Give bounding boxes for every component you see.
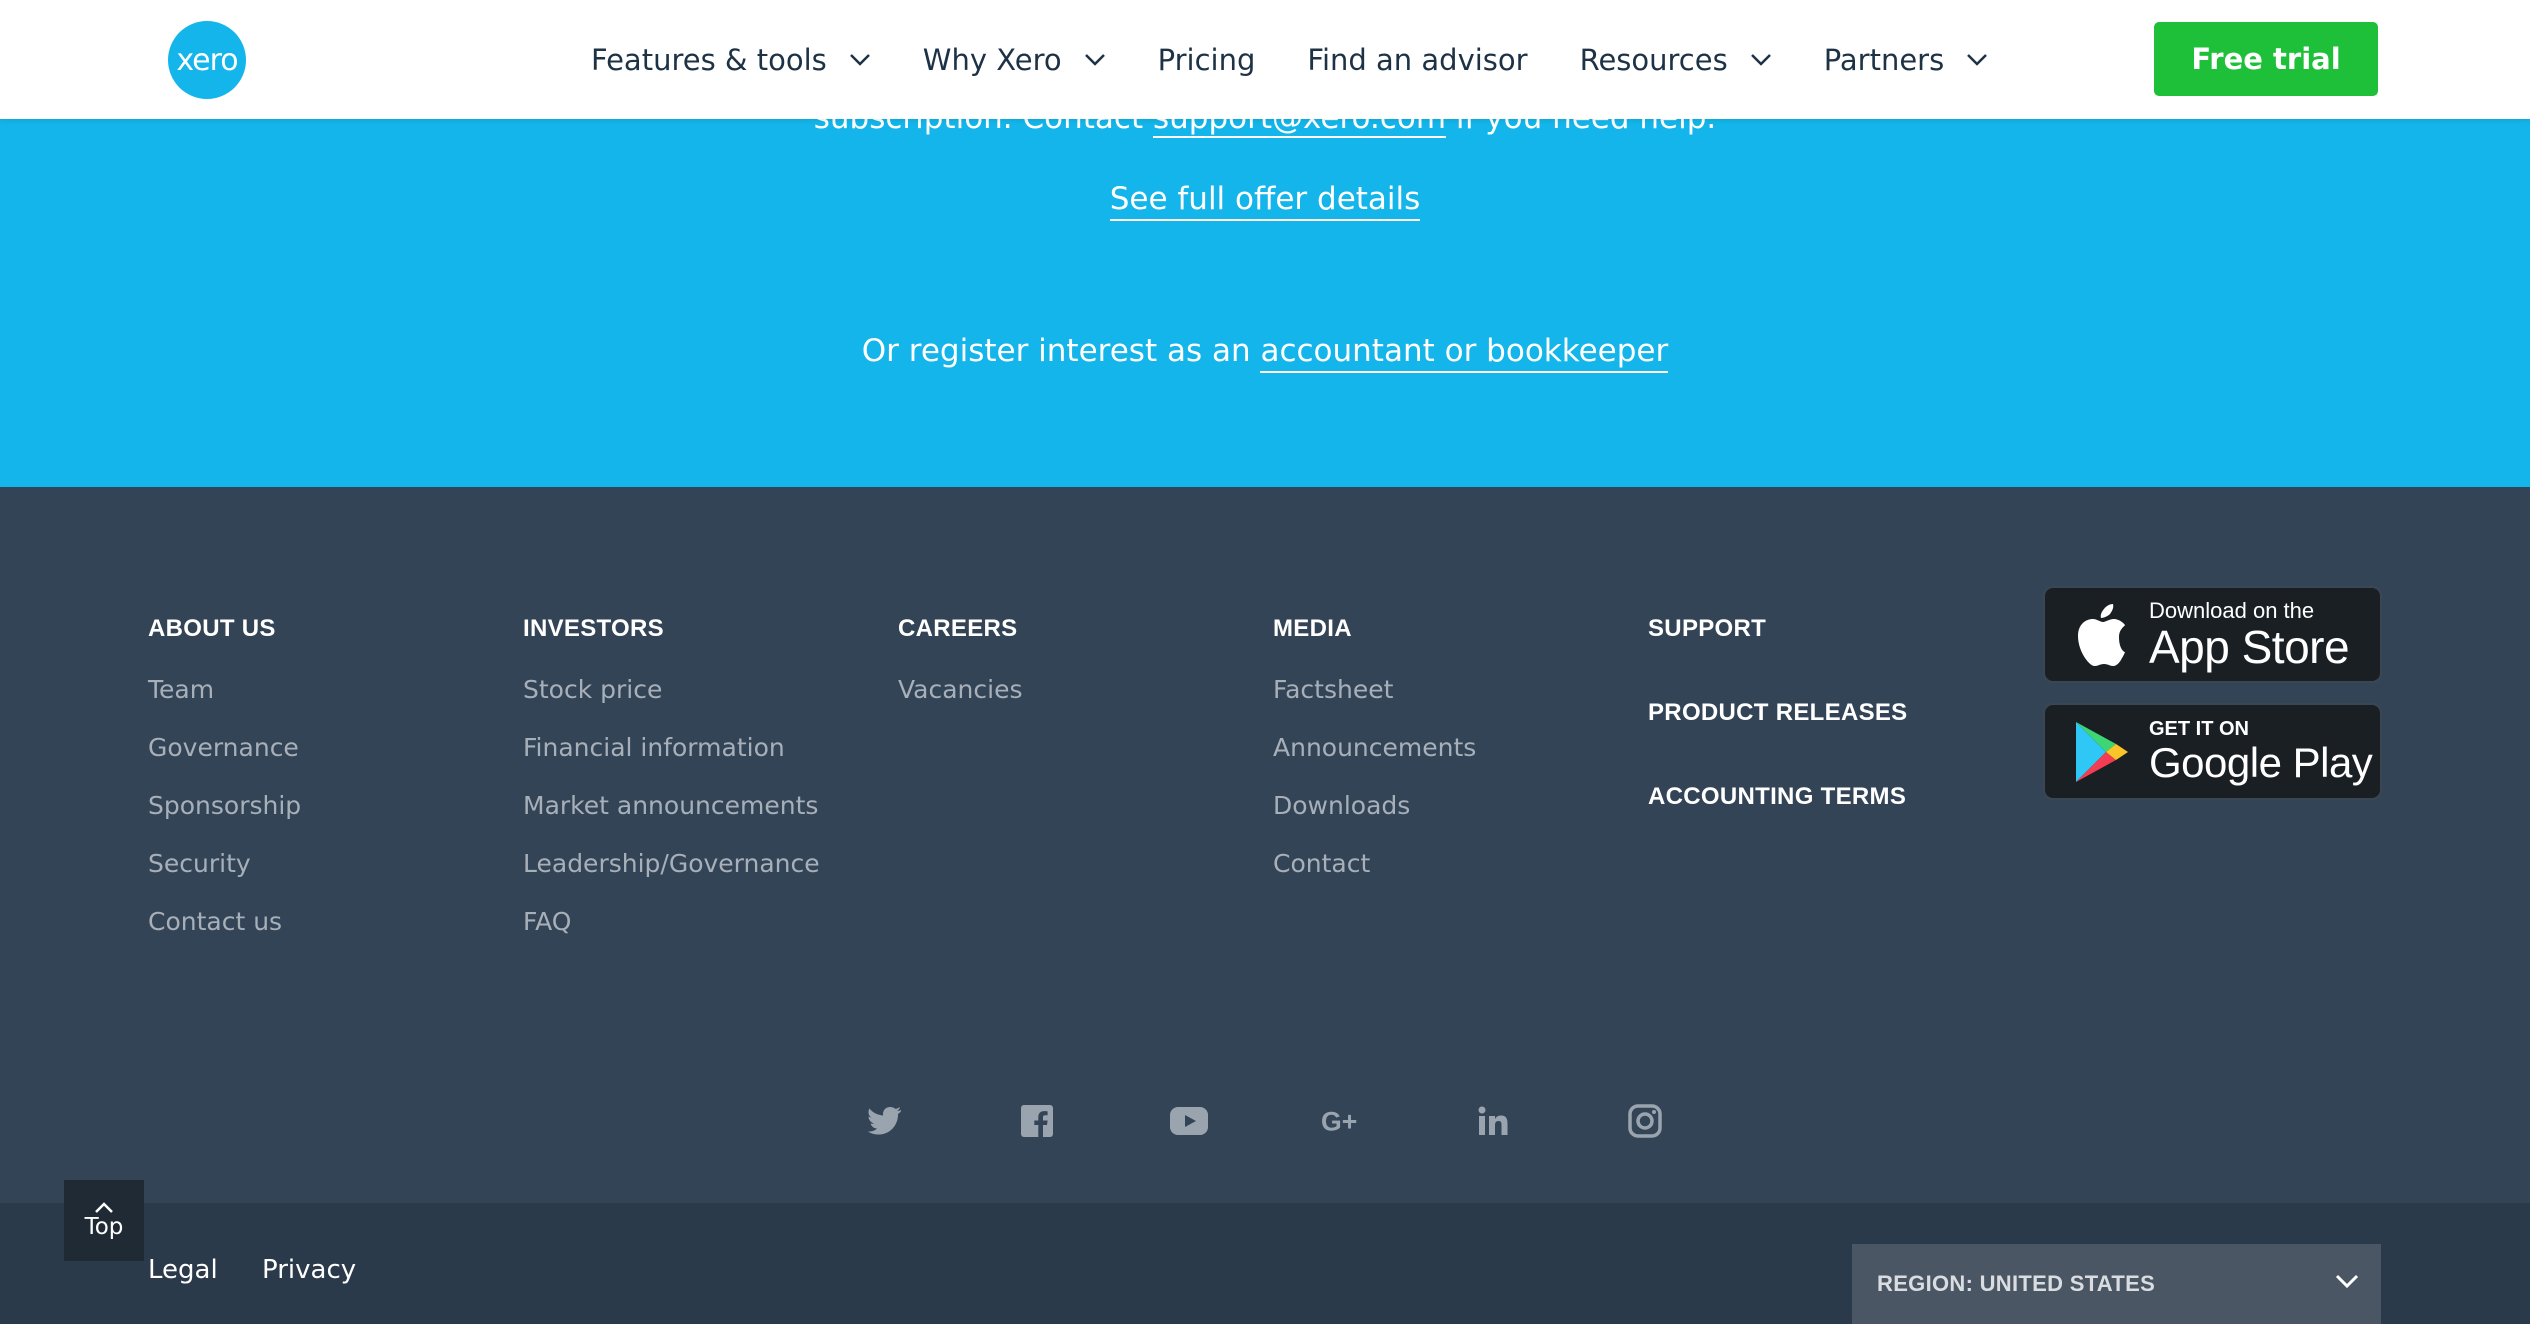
footer-heading-media[interactable]: MEDIA [1273,615,1476,643]
legal-link[interactable]: Legal [148,1255,218,1285]
footer-link-security[interactable]: Security [148,849,301,878]
nav-item-label: Why Xero [922,42,1062,77]
nav-resources[interactable]: Resources [1580,43,1772,77]
top-navigation: xero Features & tools Why Xero Pricing F… [0,0,2530,119]
footer-link-contact[interactable]: Contact [1273,849,1476,878]
chevron-down-icon [1750,53,1771,66]
region-label: REGION: UNITED STATES [1877,1271,2156,1296]
free-trial-button[interactable]: Free trial [2154,22,2378,96]
app-store-big-text: App Store [2149,620,2350,673]
facebook-icon[interactable] [1017,1101,1057,1141]
xero-logo[interactable]: xero [168,21,246,99]
offer-details-link[interactable]: See full offer details [1109,181,1421,221]
nav-item-label: Pricing [1157,42,1256,77]
nav-item-label: Features & tools [591,42,827,77]
footer-link-contact-us[interactable]: Contact us [148,907,301,936]
footer-link-governance[interactable]: Governance [148,733,301,762]
google-play-big-text: Google Play [2149,738,2373,786]
instagram-icon[interactable] [1625,1101,1665,1141]
footer-heading-product-releases[interactable]: PRODUCT RELEASES [1648,699,1908,727]
footer-link-leadership-governance[interactable]: Leadership/Governance [523,849,820,878]
back-to-top-button[interactable]: Top [64,1180,144,1261]
footer-link-announcements[interactable]: Announcements [1273,733,1476,762]
nav-partners[interactable]: Partners [1824,43,1989,77]
footer-col-media: MEDIA Factsheet Announcements Downloads … [1273,615,1476,907]
nav-item-label: Resources [1579,42,1728,77]
nav-pricing[interactable]: Pricing [1158,43,1256,77]
chevron-down-icon [1967,53,1988,66]
twitter-icon[interactable] [865,1101,905,1141]
offer-details-row: See full offer details [0,181,2530,221]
footer-link-vacancies[interactable]: Vacancies [898,675,1023,704]
google-plus-icon[interactable]: G+ [1321,1101,1361,1141]
region-selector[interactable]: REGION: UNITED STATES [1852,1244,2381,1324]
nav-features-tools[interactable]: Features & tools [591,43,871,77]
privacy-link[interactable]: Privacy [262,1255,356,1285]
footer-col-support: SUPPORT PRODUCT RELEASES ACCOUNTING TERM… [1648,615,1908,867]
footer-heading-investors[interactable]: INVESTORS [523,615,820,643]
footer-heading-accounting-terms[interactable]: ACCOUNTING TERMS [1648,783,1908,811]
footer-col-careers: CAREERS Vacancies [898,615,1023,733]
chevron-up-icon [95,1201,113,1213]
register-interest-line: Or register interest as an accountant or… [0,333,2530,373]
nav-item-label: Partners [1823,42,1945,77]
app-store-text: Download on the App Store [2149,597,2350,673]
accountant-bookkeeper-link[interactable]: accountant or bookkeeper [1260,333,1669,373]
google-play-badge[interactable]: GET IT ON Google Play [2043,703,2382,800]
footer-link-financial-information[interactable]: Financial information [523,733,820,762]
footer-link-faq[interactable]: FAQ [523,907,820,936]
footer-bottom-bar: Legal Privacy REGION: UNITED STATES [0,1203,2530,1324]
footer-link-factsheet[interactable]: Factsheet [1273,675,1476,704]
footer-heading-support[interactable]: SUPPORT [1648,615,1908,643]
footer-link-team[interactable]: Team [148,675,301,704]
svg-text:G+: G+ [1321,1107,1357,1135]
social-links: G+ [0,1101,2530,1138]
footer-heading-about-us[interactable]: ABOUT US [148,615,301,643]
chevron-down-icon [1084,53,1105,66]
chevron-down-icon [2335,1274,2359,1289]
main-menu: Features & tools Why Xero Pricing Find a… [591,0,1988,119]
nav-item-label: Find an advisor [1307,42,1528,77]
youtube-icon[interactable] [1169,1101,1209,1141]
back-to-top-label: Top [84,1213,124,1240]
footer-link-sponsorship[interactable]: Sponsorship [148,791,301,820]
register-prefix: Or register interest as an [861,333,1261,369]
linkedin-icon[interactable] [1473,1101,1513,1141]
footer-col-about: ABOUT US Team Governance Sponsorship Sec… [148,615,301,965]
app-store-badge[interactable]: Download on the App Store [2043,586,2382,683]
chevron-down-icon [849,53,870,66]
nav-why-xero[interactable]: Why Xero [923,43,1106,77]
google-play-text: GET IT ON Google Play [2149,717,2373,786]
google-play-icon [2067,718,2135,786]
footer-link-market-announcements[interactable]: Market announcements [523,791,820,820]
apple-icon [2067,601,2135,669]
nav-find-advisor[interactable]: Find an advisor [1307,43,1527,77]
footer-link-stock-price[interactable]: Stock price [523,675,820,704]
google-play-small-text: GET IT ON [2149,717,2249,740]
footer-col-investors: INVESTORS Stock price Financial informat… [523,615,820,965]
footer-link-downloads[interactable]: Downloads [1273,791,1476,820]
site-footer: ABOUT US Team Governance Sponsorship Sec… [0,487,2530,1203]
footer-heading-careers[interactable]: CAREERS [898,615,1023,643]
app-store-small-text: Download on the [2149,597,2315,623]
